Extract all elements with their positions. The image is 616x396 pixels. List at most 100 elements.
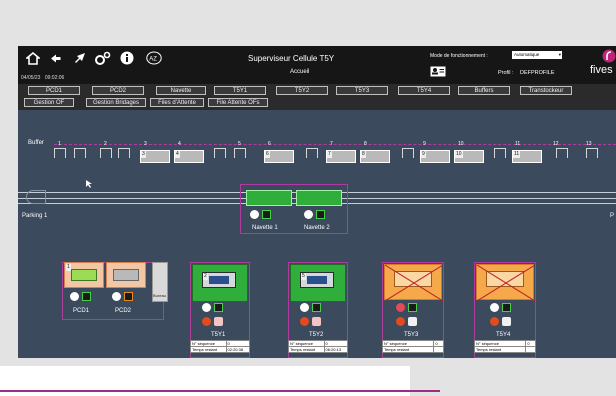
buffer-slot-occupied[interactable]: 11 <box>512 150 542 163</box>
remaining-time-value <box>525 346 536 353</box>
nav-gestion-bridages[interactable]: Gestion Bridages <box>86 98 146 107</box>
t5y4-info-table: N° séquence 0 Temps restant <box>473 340 536 353</box>
rocket-icon[interactable] <box>73 52 86 65</box>
link-icon <box>490 303 499 312</box>
page-subtitle: Accueil <box>290 69 310 75</box>
buffer-number: 1 <box>58 141 61 147</box>
t5y3-machine-offline[interactable] <box>384 264 443 301</box>
buffer-slot-empty[interactable] <box>118 148 130 158</box>
time-text: 09:02:06 <box>44 75 65 81</box>
buffer-slot-occupied[interactable]: 9 <box>420 150 450 163</box>
module-icon <box>262 210 271 219</box>
nav-t5y3[interactable]: T5Y3 <box>336 86 388 95</box>
nav-transtockeur[interactable]: Transtockeur <box>520 86 572 95</box>
buffer-slot-empty[interactable] <box>100 148 112 158</box>
pcd2-label: PCD2 <box>115 308 132 314</box>
navigation-bar: PCD1 PCD2 Navette T5Y1 T5Y2 T5Y3 T5Y4 Bu… <box>18 84 616 110</box>
t5y3-status-icons <box>396 303 417 312</box>
pcd2-station[interactable] <box>106 262 146 288</box>
module-icon <box>408 303 417 312</box>
nav-file-attente-ofs[interactable]: File Attente OFs <box>208 98 268 107</box>
svg-text:AZ: AZ <box>149 56 157 62</box>
nav-files-attente[interactable]: Files d'Attente <box>150 98 204 107</box>
buffer-slot-occupied[interactable]: 3 <box>140 150 170 163</box>
buffer-slot-empty[interactable] <box>402 148 414 158</box>
t5y2-label: T5Y2 <box>309 332 324 338</box>
buffer-slot-empty[interactable] <box>494 148 506 158</box>
nav-t5y2[interactable]: T5Y2 <box>276 86 328 95</box>
probe-icon <box>312 317 321 326</box>
module-icon <box>502 303 511 312</box>
t5y4-label: T5Y4 <box>496 332 511 338</box>
broken-link-icon <box>396 303 405 312</box>
buffer-slot-empty[interactable] <box>306 148 318 158</box>
buffer-slot-empty[interactable] <box>556 148 568 158</box>
settings-gears-icon[interactable] <box>94 51 111 66</box>
profile-value: DEFPROFILE <box>520 70 555 76</box>
info-icon[interactable] <box>120 51 134 65</box>
probe-icon <box>214 317 223 326</box>
buffer-slot-empty[interactable] <box>234 148 246 158</box>
navette-2-shuttle[interactable] <box>296 190 342 206</box>
nav-gestion-of[interactable]: Gestion OF <box>24 98 74 107</box>
t5y4-tool-icons <box>490 317 511 326</box>
buffer-number: 12 <box>553 141 559 147</box>
navette-1-shuttle[interactable] <box>246 190 292 206</box>
back-arrow-icon[interactable] <box>50 54 61 63</box>
translate-icon[interactable]: AZ <box>146 51 162 65</box>
nav-navette[interactable]: Navette <box>156 86 206 95</box>
buffer-number: 6 <box>268 141 271 147</box>
navette-2-label: Navette 2 <box>304 225 330 231</box>
disabled-cross-icon <box>477 265 535 301</box>
t5y2-screen <box>307 276 327 284</box>
nav-buffers[interactable]: Buffers <box>458 86 510 95</box>
home-icon[interactable] <box>26 52 40 65</box>
link-icon <box>300 303 309 312</box>
link-icon <box>70 292 79 301</box>
buffer-slot-empty[interactable] <box>54 148 66 158</box>
chevron-down-icon: ▾ <box>558 52 561 57</box>
nav-pcd2[interactable]: PCD2 <box>92 86 144 95</box>
nav-t5y4[interactable]: T5Y4 <box>398 86 450 95</box>
rail-end <box>26 190 46 204</box>
t5y1-label: T5Y1 <box>211 332 226 338</box>
buffer-number: 2 <box>104 141 107 147</box>
accent-line <box>0 390 440 392</box>
bureau-block[interactable]: Bureau <box>152 262 168 302</box>
pcd1-station[interactable]: 1 <box>64 262 104 288</box>
remaining-time-label: Temps restant <box>473 346 527 353</box>
buffer-slot-empty[interactable] <box>586 148 598 158</box>
t5y1-machine[interactable]: 2 <box>192 264 248 302</box>
parking-1-label: Parking 1 <box>22 213 48 219</box>
t5y4-machine-offline[interactable] <box>476 264 535 301</box>
t5y3-tool-icons <box>396 317 417 326</box>
t5y1-screen <box>209 276 229 284</box>
buffer-slot-occupied[interactable]: 7 <box>326 150 356 163</box>
buffer-slot-occupied[interactable]: 6 <box>264 150 294 163</box>
mode-select-value: Automatique <box>514 52 540 57</box>
nav-pcd1[interactable]: PCD1 <box>28 86 80 95</box>
parking-2-label: P <box>610 213 615 219</box>
mode-select[interactable]: Automatique ▾ <box>512 51 562 59</box>
t5y3-info-table: N° séquence 0 Temps restant <box>381 340 444 353</box>
alarm-icon <box>202 317 211 326</box>
navette-1-status-icons <box>250 210 271 219</box>
nav-t5y1[interactable]: T5Y1 <box>214 86 266 95</box>
mouse-cursor-icon <box>86 180 92 188</box>
t5y1-info-table: N° séquence 0 Temps restant 02:20:38 <box>190 340 251 353</box>
buffer-slot-empty[interactable] <box>214 148 226 158</box>
buffer-number: 10 <box>458 141 464 147</box>
buffer-slot-occupied[interactable]: 4 <box>174 150 204 163</box>
alarm-icon <box>300 317 309 326</box>
buffer-slot-occupied[interactable]: 8 <box>360 150 390 163</box>
buffer-slot-occupied[interactable]: 10 <box>454 150 484 163</box>
remaining-time-label: Temps restant <box>381 346 435 353</box>
page-title: Superviseur Cellule T5Y <box>248 54 335 63</box>
t5y1-status-icons <box>202 303 223 312</box>
buffer-slot-empty[interactable] <box>74 148 86 158</box>
remaining-time-label: Temps restant <box>190 346 227 353</box>
alarm-icon <box>490 317 499 326</box>
t5y2-machine[interactable]: 5 <box>290 264 346 302</box>
link-icon <box>202 303 211 312</box>
cell-overview-canvas: Buffer 1 2 3 4 5 6 7 8 9 10 11 12 13 3 4… <box>18 110 616 358</box>
